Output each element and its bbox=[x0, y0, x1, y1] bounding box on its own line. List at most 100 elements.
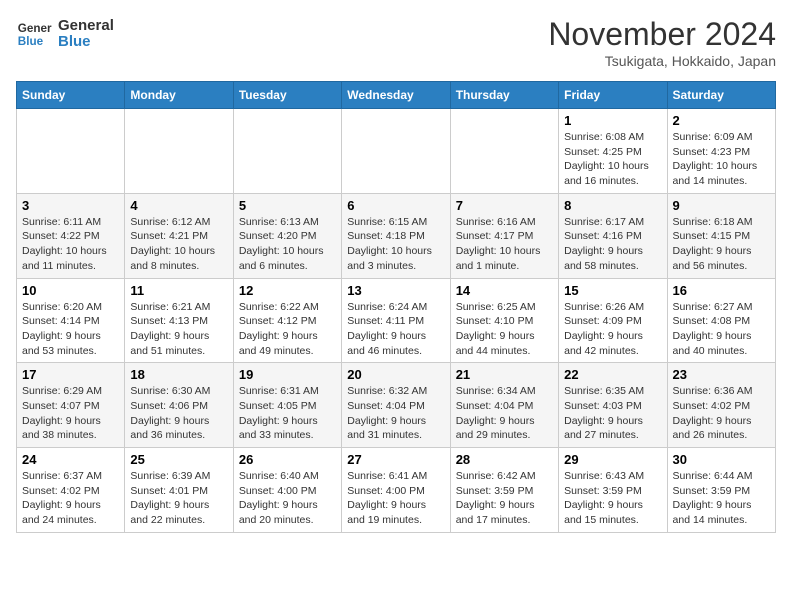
day-number: 26 bbox=[239, 452, 336, 467]
day-info: Sunrise: 6:21 AM Sunset: 4:13 PM Dayligh… bbox=[130, 300, 227, 359]
logo-text: General Blue bbox=[58, 18, 114, 51]
day-info: Sunrise: 6:26 AM Sunset: 4:09 PM Dayligh… bbox=[564, 300, 661, 359]
day-info: Sunrise: 6:08 AM Sunset: 4:25 PM Dayligh… bbox=[564, 130, 661, 189]
day-cell: 11Sunrise: 6:21 AM Sunset: 4:13 PM Dayli… bbox=[125, 278, 233, 363]
day-info: Sunrise: 6:30 AM Sunset: 4:06 PM Dayligh… bbox=[130, 384, 227, 443]
day-info: Sunrise: 6:25 AM Sunset: 4:10 PM Dayligh… bbox=[456, 300, 553, 359]
day-number: 1 bbox=[564, 113, 661, 128]
day-cell: 7Sunrise: 6:16 AM Sunset: 4:17 PM Daylig… bbox=[450, 193, 558, 278]
day-cell: 12 Sunrise: 6:22 AM Sunset: 4:12 PM Dayli… bbox=[233, 278, 341, 363]
day-number: 20 bbox=[347, 367, 444, 382]
logo-icon: General Blue bbox=[16, 16, 52, 52]
day-cell: 10 Sunrise: 6:20 AM Sunset: 4:14 PM Dayli… bbox=[17, 278, 125, 363]
day-number: 30 bbox=[673, 452, 770, 467]
day-info: Sunrise: 6:15 AM Sunset: 4:18 PM Dayligh… bbox=[347, 215, 444, 274]
day-number: 13 bbox=[347, 283, 444, 298]
calendar-header: SundayMondayTuesdayWednesdayThursdayFrid… bbox=[17, 82, 776, 109]
day-number: 3 bbox=[22, 198, 119, 213]
day-cell: 2 Sunrise: 6:09 AM Sunset: 4:23 PM Daylig… bbox=[667, 109, 775, 194]
day-cell: 19Sunrise: 6:31 AM Sunset: 4:05 PM Dayli… bbox=[233, 363, 341, 448]
day-info: Sunrise: 6:44 AM Sunset: 3:59 PM Dayligh… bbox=[673, 469, 770, 528]
day-cell bbox=[450, 109, 558, 194]
day-number: 25 bbox=[130, 452, 227, 467]
header-cell-saturday: Saturday bbox=[667, 82, 775, 109]
day-cell bbox=[125, 109, 233, 194]
calendar-table: SundayMondayTuesdayWednesdayThursdayFrid… bbox=[16, 81, 776, 533]
header-cell-sunday: Sunday bbox=[17, 82, 125, 109]
header-cell-thursday: Thursday bbox=[450, 82, 558, 109]
day-info: Sunrise: 6:11 AM Sunset: 4:22 PM Dayligh… bbox=[22, 215, 119, 274]
day-info: Sunrise: 6:29 AM Sunset: 4:07 PM Dayligh… bbox=[22, 384, 119, 443]
day-info: Sunrise: 6:41 AM Sunset: 4:00 PM Dayligh… bbox=[347, 469, 444, 528]
header-cell-wednesday: Wednesday bbox=[342, 82, 450, 109]
day-info: Sunrise: 6:40 AM Sunset: 4:00 PM Dayligh… bbox=[239, 469, 336, 528]
day-number: 4 bbox=[130, 198, 227, 213]
day-number: 18 bbox=[130, 367, 227, 382]
day-cell: 6 Sunrise: 6:15 AM Sunset: 4:18 PM Daylig… bbox=[342, 193, 450, 278]
day-number: 8 bbox=[564, 198, 661, 213]
day-cell: 24Sunrise: 6:37 AM Sunset: 4:02 PM Dayli… bbox=[17, 448, 125, 533]
day-number: 2 bbox=[673, 113, 770, 128]
day-cell: 23 Sunrise: 6:36 AM Sunset: 4:02 PM Dayli… bbox=[667, 363, 775, 448]
day-info: Sunrise: 6:18 AM Sunset: 4:15 PM Dayligh… bbox=[673, 215, 770, 274]
day-number: 19 bbox=[239, 367, 336, 382]
day-cell: 29 Sunrise: 6:43 AM Sunset: 3:59 PM Dayli… bbox=[559, 448, 667, 533]
calendar-body: 1 Sunrise: 6:08 AM Sunset: 4:25 PM Daylig… bbox=[17, 109, 776, 533]
day-info: Sunrise: 6:42 AM Sunset: 3:59 PM Dayligh… bbox=[456, 469, 553, 528]
day-number: 6 bbox=[347, 198, 444, 213]
day-info: Sunrise: 6:32 AM Sunset: 4:04 PM Dayligh… bbox=[347, 384, 444, 443]
day-number: 9 bbox=[673, 198, 770, 213]
day-cell bbox=[342, 109, 450, 194]
day-cell: 28 Sunrise: 6:42 AM Sunset: 3:59 PM Dayli… bbox=[450, 448, 558, 533]
title-block: November 2024 Tsukigata, Hokkaido, Japan bbox=[548, 16, 776, 69]
svg-text:General: General bbox=[18, 22, 52, 35]
day-number: 5 bbox=[239, 198, 336, 213]
day-info: Sunrise: 6:35 AM Sunset: 4:03 PM Dayligh… bbox=[564, 384, 661, 443]
day-number: 28 bbox=[456, 452, 553, 467]
day-number: 10 bbox=[22, 283, 119, 298]
day-info: Sunrise: 6:39 AM Sunset: 4:01 PM Dayligh… bbox=[130, 469, 227, 528]
day-cell bbox=[233, 109, 341, 194]
day-cell: 13 Sunrise: 6:24 AM Sunset: 4:11 PM Dayli… bbox=[342, 278, 450, 363]
day-number: 23 bbox=[673, 367, 770, 382]
day-number: 12 bbox=[239, 283, 336, 298]
svg-text:Blue: Blue bbox=[18, 35, 44, 48]
day-cell: 14 Sunrise: 6:25 AM Sunset: 4:10 PM Dayli… bbox=[450, 278, 558, 363]
day-cell: 17 Sunrise: 6:29 AM Sunset: 4:07 PM Dayli… bbox=[17, 363, 125, 448]
day-info: Sunrise: 6:09 AM Sunset: 4:23 PM Dayligh… bbox=[673, 130, 770, 189]
day-info: Sunrise: 6:34 AM Sunset: 4:04 PM Dayligh… bbox=[456, 384, 553, 443]
day-info: Sunrise: 6:13 AM Sunset: 4:20 PM Dayligh… bbox=[239, 215, 336, 274]
logo: General Blue General Blue bbox=[16, 16, 114, 52]
week-row-2: 3 Sunrise: 6:11 AM Sunset: 4:22 PM Daylig… bbox=[17, 193, 776, 278]
day-cell: 18 Sunrise: 6:30 AM Sunset: 4:06 PM Dayli… bbox=[125, 363, 233, 448]
day-info: Sunrise: 6:20 AM Sunset: 4:14 PM Dayligh… bbox=[22, 300, 119, 359]
day-number: 21 bbox=[456, 367, 553, 382]
header-cell-tuesday: Tuesday bbox=[233, 82, 341, 109]
day-info: Sunrise: 6:36 AM Sunset: 4:02 PM Dayligh… bbox=[673, 384, 770, 443]
day-number: 15 bbox=[564, 283, 661, 298]
day-number: 27 bbox=[347, 452, 444, 467]
day-number: 14 bbox=[456, 283, 553, 298]
day-info: Sunrise: 6:16 AM Sunset: 4:17 PM Dayligh… bbox=[456, 215, 553, 274]
day-info: Sunrise: 6:27 AM Sunset: 4:08 PM Dayligh… bbox=[673, 300, 770, 359]
day-info: Sunrise: 6:43 AM Sunset: 3:59 PM Dayligh… bbox=[564, 469, 661, 528]
month-title: November 2024 bbox=[548, 16, 776, 53]
day-cell: 8Sunrise: 6:17 AM Sunset: 4:16 PM Daylig… bbox=[559, 193, 667, 278]
week-row-1: 1 Sunrise: 6:08 AM Sunset: 4:25 PM Daylig… bbox=[17, 109, 776, 194]
day-cell: 20 Sunrise: 6:32 AM Sunset: 4:04 PM Dayli… bbox=[342, 363, 450, 448]
day-cell: 4 Sunrise: 6:12 AM Sunset: 4:21 PM Daylig… bbox=[125, 193, 233, 278]
day-cell bbox=[17, 109, 125, 194]
day-cell: 9 Sunrise: 6:18 AM Sunset: 4:15 PM Daylig… bbox=[667, 193, 775, 278]
day-info: Sunrise: 6:24 AM Sunset: 4:11 PM Dayligh… bbox=[347, 300, 444, 359]
day-cell: 27 Sunrise: 6:41 AM Sunset: 4:00 PM Dayli… bbox=[342, 448, 450, 533]
day-number: 17 bbox=[22, 367, 119, 382]
week-row-5: 24Sunrise: 6:37 AM Sunset: 4:02 PM Dayli… bbox=[17, 448, 776, 533]
day-number: 29 bbox=[564, 452, 661, 467]
page-header: General Blue General Blue November 2024 … bbox=[16, 16, 776, 69]
header-cell-friday: Friday bbox=[559, 82, 667, 109]
day-info: Sunrise: 6:22 AM Sunset: 4:12 PM Dayligh… bbox=[239, 300, 336, 359]
week-row-3: 10 Sunrise: 6:20 AM Sunset: 4:14 PM Dayli… bbox=[17, 278, 776, 363]
day-cell: 1 Sunrise: 6:08 AM Sunset: 4:25 PM Daylig… bbox=[559, 109, 667, 194]
day-info: Sunrise: 6:12 AM Sunset: 4:21 PM Dayligh… bbox=[130, 215, 227, 274]
day-cell: 30 Sunrise: 6:44 AM Sunset: 3:59 PM Dayli… bbox=[667, 448, 775, 533]
